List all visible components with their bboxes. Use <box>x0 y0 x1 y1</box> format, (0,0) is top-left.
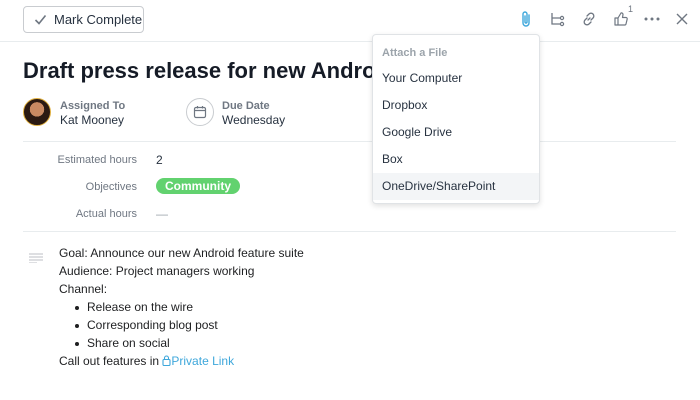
menu-item-google-drive[interactable]: Google Drive <box>373 119 539 146</box>
subtask-icon[interactable] <box>547 9 567 29</box>
due-date-value[interactable]: Wednesday <box>222 113 285 127</box>
objectives-label: Objectives <box>85 181 137 193</box>
calendar-icon[interactable] <box>186 98 214 126</box>
actual-hours-label: Actual hours <box>75 208 137 220</box>
menu-item-onedrive-sharepoint[interactable]: OneDrive/SharePoint <box>373 173 539 200</box>
objectives-value-pill[interactable]: Community <box>156 178 240 194</box>
avatar[interactable] <box>23 98 51 126</box>
task-description[interactable]: Goal: Announce our new Android feature s… <box>59 244 304 370</box>
like-count: 1 <box>628 4 634 14</box>
list-item: Share on social <box>69 334 304 352</box>
private-link[interactable]: Private Link <box>162 354 234 368</box>
link-icon[interactable] <box>579 9 599 29</box>
list-item: Release on the wire <box>69 298 304 316</box>
description-icon <box>29 250 43 268</box>
assignee-name[interactable]: Kat Mooney <box>60 113 124 127</box>
call-out-text: Call out features in <box>59 354 163 368</box>
divider <box>23 141 676 142</box>
task-toolbar: Mark Complete 1 <box>0 0 700 42</box>
description-goal: Goal: Announce our new Android feature s… <box>59 246 304 260</box>
estimated-hours-value[interactable]: 2 <box>156 153 163 167</box>
private-link-label: Private Link <box>171 354 235 368</box>
task-title[interactable]: Draft press release for new Android f <box>23 58 383 84</box>
description-call-out: Call out features in Private Link <box>59 352 304 370</box>
list-item: Corresponding blog post <box>69 316 304 334</box>
attachment-icon[interactable] <box>516 9 536 29</box>
description-audience: Audience: Project managers working <box>59 264 255 278</box>
attach-file-menu: Attach a File Your Computer Dropbox Goog… <box>372 34 540 204</box>
divider <box>23 231 676 232</box>
attach-menu-header: Attach a File <box>382 47 448 59</box>
due-date-label: Due Date <box>222 100 270 112</box>
estimated-hours-label: Estimated hours <box>57 154 137 166</box>
close-icon[interactable] <box>672 9 692 29</box>
actual-hours-value[interactable]: — <box>156 207 168 221</box>
mark-complete-button[interactable]: Mark Complete <box>23 6 144 33</box>
menu-item-dropbox[interactable]: Dropbox <box>373 92 539 119</box>
check-icon <box>34 14 47 25</box>
assigned-to-label: Assigned To <box>60 100 126 112</box>
more-options-icon[interactable] <box>642 9 662 29</box>
menu-item-your-computer[interactable]: Your Computer <box>373 65 539 92</box>
description-channel: Channel: <box>59 282 108 296</box>
mark-complete-label: Mark Complete <box>54 12 143 27</box>
menu-item-box[interactable]: Box <box>373 146 539 173</box>
